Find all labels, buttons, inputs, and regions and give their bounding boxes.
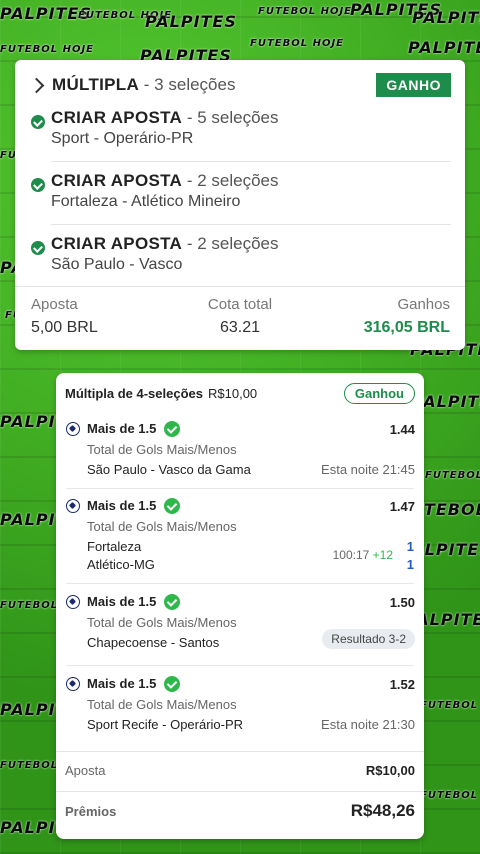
watermark-text: PALPITES xyxy=(145,12,237,31)
watermark-text: FUTEBOL HOJE xyxy=(258,6,353,17)
divider xyxy=(15,286,465,287)
result-badge: Resultado 3-2 xyxy=(322,629,415,649)
check-circle-icon xyxy=(164,594,180,610)
check-circle-icon xyxy=(164,421,180,437)
divider xyxy=(51,161,451,162)
divider xyxy=(56,751,424,752)
soccer-ball-icon xyxy=(66,677,80,691)
selection-match: São Paulo - Vasco xyxy=(51,256,183,273)
selection-item[interactable]: CRIAR APOSTA - 5 seleções Sport - Operár… xyxy=(31,108,451,160)
status-badge: GANHO xyxy=(376,73,451,97)
score-home: 1 xyxy=(406,539,414,554)
chevron-right-icon[interactable] xyxy=(28,77,45,93)
soccer-ball-icon xyxy=(66,499,80,513)
check-circle-icon xyxy=(164,676,180,692)
stake-row: Aposta R$10,00 xyxy=(65,763,415,778)
ticket-amount: R$10,00 xyxy=(208,385,258,401)
check-circle-icon xyxy=(164,498,180,514)
selection-item[interactable]: CRIAR APOSTA - 2 seleções Fortaleza - At… xyxy=(31,171,451,223)
selection-match: Sport - Operário-PR xyxy=(51,130,194,147)
watermark-text: PALPITES xyxy=(412,8,480,27)
score-away: 1 xyxy=(406,557,414,572)
watermark-text: FUTEBOL HOJE xyxy=(425,470,480,481)
prize-row: Prêmios R$48,26 xyxy=(65,801,415,820)
selection-match: Fortaleza - Atlético Mineiro xyxy=(51,193,241,210)
check-circle-icon xyxy=(31,115,45,129)
bet-ticket-card: Múltipla de 4-seleções R$10,00 Ganhou Ma… xyxy=(56,373,424,839)
check-circle-icon xyxy=(31,241,45,255)
divider xyxy=(66,488,414,489)
watermark-text: FUTEBOL HOJE xyxy=(250,38,345,49)
ticket-header: Múltipla de 4-seleções R$10,00 Ganhou xyxy=(65,382,415,404)
selection-item[interactable]: CRIAR APOSTA - 2 seleções São Paulo - Va… xyxy=(31,234,451,286)
check-circle-icon xyxy=(31,178,45,192)
status-badge: Ganhou xyxy=(343,382,415,404)
watermark-text: FUTEBOL HOJE xyxy=(0,44,95,55)
soccer-ball-icon xyxy=(66,422,80,436)
divider xyxy=(66,665,414,666)
divider xyxy=(66,583,414,584)
bet-summary-header[interactable]: MÚLTIPLA - 3 seleções GANHO xyxy=(28,72,451,98)
bet-summary-card: MÚLTIPLA - 3 seleções GANHO CRIAR APOSTA… xyxy=(15,60,465,350)
winnings-summary: Ganhos 316,05 BRL xyxy=(363,296,450,336)
live-clock: 100:17 +12 xyxy=(332,548,393,562)
watermark-text: FUTEBOL HOJE xyxy=(420,790,480,801)
watermark-text: FUTEBOL HOJE xyxy=(420,700,480,711)
divider xyxy=(51,224,451,225)
watermark-text: PALPITES xyxy=(408,38,480,57)
bet-type-title: MÚLTIPLA - 3 seleções xyxy=(52,75,236,94)
divider xyxy=(56,791,424,792)
soccer-ball-icon xyxy=(66,595,80,609)
